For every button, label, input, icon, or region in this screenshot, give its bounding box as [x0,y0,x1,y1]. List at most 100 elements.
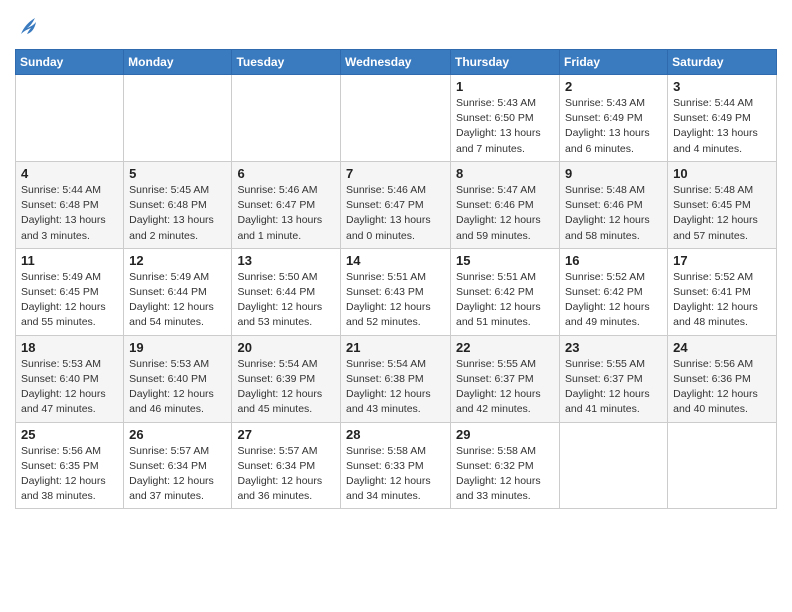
calendar-cell: 15 Sunrise: 5:51 AM Sunset: 6:42 PM Dayli… [451,248,560,335]
day-info: Sunrise: 5:44 AM Sunset: 6:48 PM Dayligh… [21,183,118,244]
day-of-week-header: Thursday [451,50,560,75]
day-number: 16 [565,253,662,268]
calendar-cell: 13 Sunrise: 5:50 AM Sunset: 6:44 PM Dayli… [232,248,341,335]
calendar-cell [232,75,341,162]
calendar-week-row: 18Sunrise: 5:53 AM Sunset: 6:40 PM Dayli… [16,335,777,422]
logo [15,16,37,43]
day-info: Sunrise: 5:54 AM Sunset: 6:38 PM Dayligh… [346,357,445,418]
calendar-cell: 16 Sunrise: 5:52 AM Sunset: 6:42 PM Dayli… [560,248,668,335]
day-number: 27 [237,427,335,442]
calendar-cell: 19 Sunrise: 5:53 AM Sunset: 6:40 PM Dayli… [124,335,232,422]
calendar-cell: 3 Sunrise: 5:44 AM Sunset: 6:49 PM Daylig… [668,75,777,162]
day-of-week-header: Tuesday [232,50,341,75]
calendar-cell: 25 Sunrise: 5:56 AM Sunset: 6:35 PM Dayli… [16,422,124,509]
day-info: Sunrise: 5:53 AM Sunset: 6:40 PM Dayligh… [21,357,118,418]
calendar-cell: 24Sunrise: 5:56 AM Sunset: 6:36 PM Dayli… [668,335,777,422]
day-number: 15 [456,253,554,268]
calendar-cell: 5 Sunrise: 5:45 AM Sunset: 6:48 PM Daylig… [124,161,232,248]
day-info: Sunrise: 5:44 AM Sunset: 6:49 PM Dayligh… [673,96,771,157]
day-number: 20 [237,340,335,355]
day-info: Sunrise: 5:51 AM Sunset: 6:42 PM Dayligh… [456,270,554,331]
day-of-week-header: Sunday [16,50,124,75]
day-number: 2 [565,79,662,94]
calendar-cell: 2 Sunrise: 5:43 AM Sunset: 6:49 PM Daylig… [560,75,668,162]
day-number: 8 [456,166,554,181]
day-info: Sunrise: 5:55 AM Sunset: 6:37 PM Dayligh… [565,357,662,418]
calendar-cell [668,422,777,509]
day-info: Sunrise: 5:48 AM Sunset: 6:46 PM Dayligh… [565,183,662,244]
day-number: 12 [129,253,226,268]
day-number: 6 [237,166,335,181]
calendar-week-row: 25 Sunrise: 5:56 AM Sunset: 6:35 PM Dayli… [16,422,777,509]
calendar-week-row: 1Sunrise: 5:43 AM Sunset: 6:50 PM Daylig… [16,75,777,162]
calendar-cell: 4 Sunrise: 5:44 AM Sunset: 6:48 PM Daylig… [16,161,124,248]
calendar-cell: 26Sunrise: 5:57 AM Sunset: 6:34 PM Dayli… [124,422,232,509]
calendar-cell: 20 Sunrise: 5:54 AM Sunset: 6:39 PM Dayli… [232,335,341,422]
day-number: 19 [129,340,226,355]
calendar-cell: 10 Sunrise: 5:48 AM Sunset: 6:45 PM Dayli… [668,161,777,248]
day-info: Sunrise: 5:52 AM Sunset: 6:42 PM Dayligh… [565,270,662,331]
day-number: 13 [237,253,335,268]
day-info: Sunrise: 5:48 AM Sunset: 6:45 PM Dayligh… [673,183,771,244]
calendar-cell: 8 Sunrise: 5:47 AM Sunset: 6:46 PM Daylig… [451,161,560,248]
day-info: Sunrise: 5:52 AM Sunset: 6:41 PM Dayligh… [673,270,771,331]
calendar-cell: 12 Sunrise: 5:49 AM Sunset: 6:44 PM Dayli… [124,248,232,335]
calendar-cell: 11 Sunrise: 5:49 AM Sunset: 6:45 PM Dayli… [16,248,124,335]
calendar-week-row: 11 Sunrise: 5:49 AM Sunset: 6:45 PM Dayli… [16,248,777,335]
day-number: 7 [346,166,445,181]
day-of-week-header: Saturday [668,50,777,75]
calendar-cell: 14 Sunrise: 5:51 AM Sunset: 6:43 PM Dayli… [341,248,451,335]
calendar-cell: 23 Sunrise: 5:55 AM Sunset: 6:37 PM Dayli… [560,335,668,422]
header [15,10,777,43]
day-number: 23 [565,340,662,355]
day-of-week-header: Monday [124,50,232,75]
day-info: Sunrise: 5:55 AM Sunset: 6:37 PM Dayligh… [456,357,554,418]
calendar-cell [124,75,232,162]
calendar-cell: 1Sunrise: 5:43 AM Sunset: 6:50 PM Daylig… [451,75,560,162]
day-number: 14 [346,253,445,268]
day-of-week-header: Friday [560,50,668,75]
day-info: Sunrise: 5:49 AM Sunset: 6:44 PM Dayligh… [129,270,226,331]
day-number: 10 [673,166,771,181]
day-number: 21 [346,340,445,355]
calendar-cell: 7 Sunrise: 5:46 AM Sunset: 6:47 PM Daylig… [341,161,451,248]
day-number: 5 [129,166,226,181]
calendar-cell: 17 Sunrise: 5:52 AM Sunset: 6:41 PM Dayli… [668,248,777,335]
day-info: Sunrise: 5:58 AM Sunset: 6:33 PM Dayligh… [346,444,445,505]
day-info: Sunrise: 5:58 AM Sunset: 6:32 PM Dayligh… [456,444,554,505]
day-number: 9 [565,166,662,181]
day-info: Sunrise: 5:51 AM Sunset: 6:43 PM Dayligh… [346,270,445,331]
day-number: 25 [21,427,118,442]
day-info: Sunrise: 5:57 AM Sunset: 6:34 PM Dayligh… [237,444,335,505]
day-info: Sunrise: 5:47 AM Sunset: 6:46 PM Dayligh… [456,183,554,244]
calendar-cell: 29Sunrise: 5:58 AM Sunset: 6:32 PM Dayli… [451,422,560,509]
day-info: Sunrise: 5:46 AM Sunset: 6:47 PM Dayligh… [346,183,445,244]
day-info: Sunrise: 5:43 AM Sunset: 6:49 PM Dayligh… [565,96,662,157]
day-info: Sunrise: 5:45 AM Sunset: 6:48 PM Dayligh… [129,183,226,244]
day-number: 22 [456,340,554,355]
day-number: 28 [346,427,445,442]
calendar-cell: 18Sunrise: 5:53 AM Sunset: 6:40 PM Dayli… [16,335,124,422]
calendar-cell: 21 Sunrise: 5:54 AM Sunset: 6:38 PM Dayli… [341,335,451,422]
calendar-cell [341,75,451,162]
calendar-cell [560,422,668,509]
day-info: Sunrise: 5:46 AM Sunset: 6:47 PM Dayligh… [237,183,335,244]
day-info: Sunrise: 5:53 AM Sunset: 6:40 PM Dayligh… [129,357,226,418]
day-number: 24 [673,340,771,355]
day-info: Sunrise: 5:56 AM Sunset: 6:35 PM Dayligh… [21,444,118,505]
calendar-cell: 28 Sunrise: 5:58 AM Sunset: 6:33 PM Dayli… [341,422,451,509]
day-number: 17 [673,253,771,268]
calendar-table: SundayMondayTuesdayWednesdayThursdayFrid… [15,49,777,509]
day-number: 26 [129,427,226,442]
day-info: Sunrise: 5:50 AM Sunset: 6:44 PM Dayligh… [237,270,335,331]
calendar-cell: 9 Sunrise: 5:48 AM Sunset: 6:46 PM Daylig… [560,161,668,248]
calendar-cell [16,75,124,162]
day-number: 3 [673,79,771,94]
day-number: 1 [456,79,554,94]
day-number: 4 [21,166,118,181]
day-info: Sunrise: 5:54 AM Sunset: 6:39 PM Dayligh… [237,357,335,418]
calendar-header-row: SundayMondayTuesdayWednesdayThursdayFrid… [16,50,777,75]
calendar-cell: 6 Sunrise: 5:46 AM Sunset: 6:47 PM Daylig… [232,161,341,248]
day-info: Sunrise: 5:49 AM Sunset: 6:45 PM Dayligh… [21,270,118,331]
day-number: 11 [21,253,118,268]
